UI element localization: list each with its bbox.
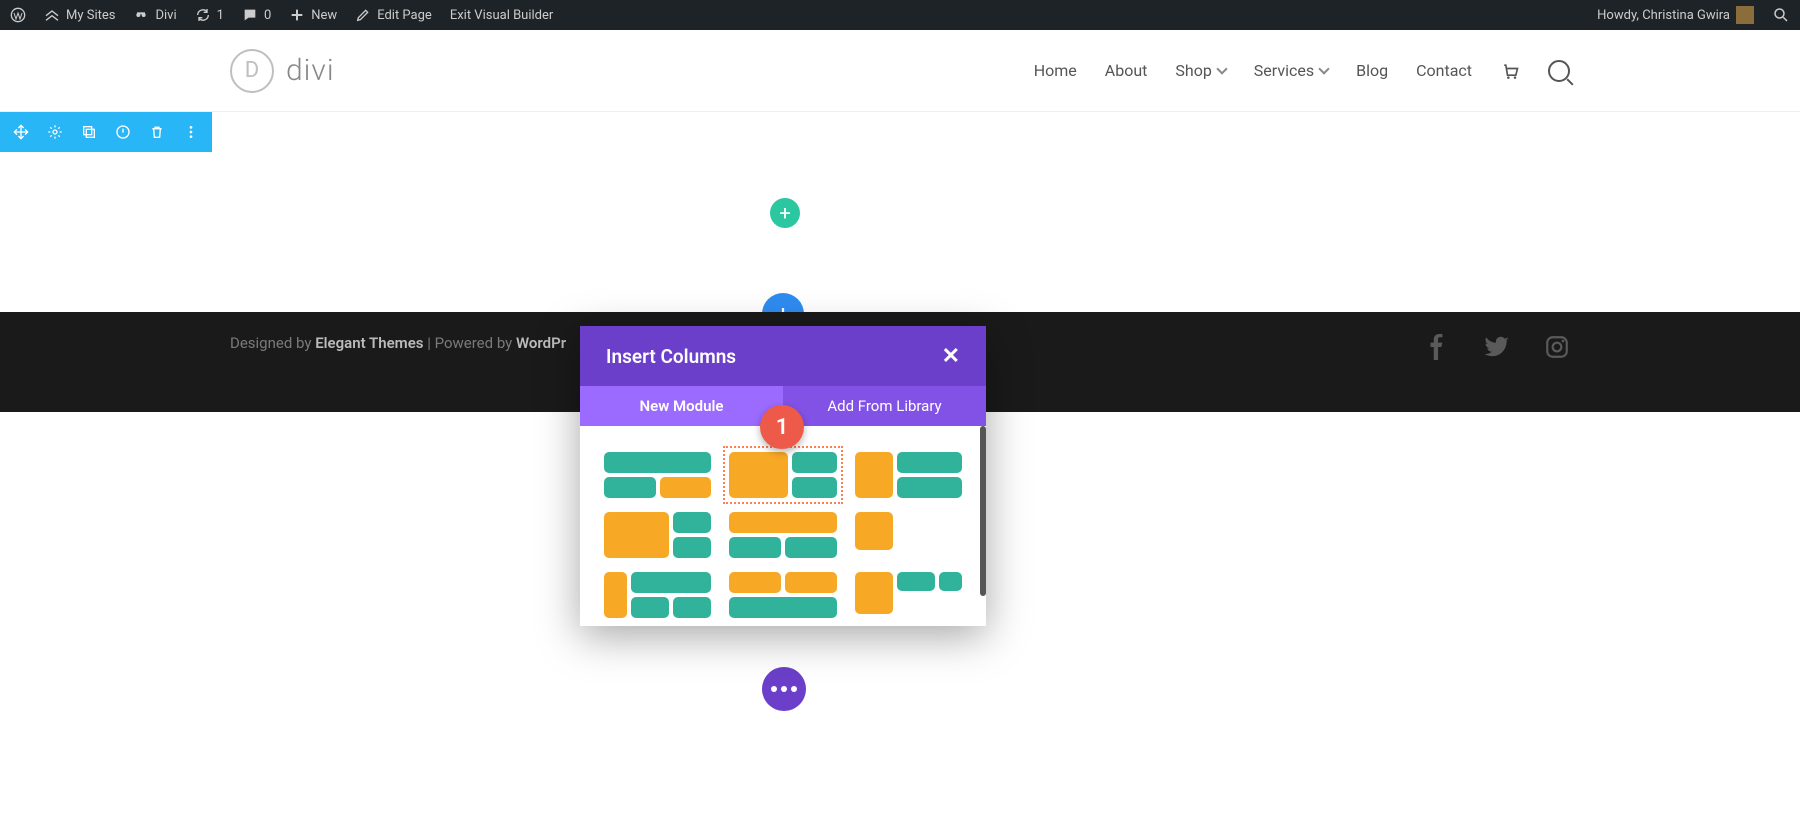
elegant-themes-link[interactable]: Elegant Themes: [315, 334, 423, 352]
modal-title: Insert Columns: [606, 345, 736, 368]
search-icon[interactable]: [1548, 60, 1570, 82]
nav-blog[interactable]: Blog: [1356, 61, 1388, 80]
nav-about[interactable]: About: [1105, 61, 1148, 80]
exit-vb-label: Exit Visual Builder: [450, 8, 553, 23]
logo-text: divi: [286, 53, 335, 88]
nav-services[interactable]: Services: [1254, 61, 1328, 80]
comments-count: 0: [264, 8, 271, 23]
wp-admin-bar: My Sites Divi 1 0 New Edit Page Exit Vis…: [0, 0, 1800, 30]
layout-option[interactable]: [604, 452, 711, 498]
layout-grid: [580, 426, 986, 626]
layout-option[interactable]: [855, 572, 962, 618]
site-header: D divi Home About Shop Services Blog Con…: [0, 30, 1800, 112]
logo-mark-icon: D: [230, 49, 274, 93]
save-icon[interactable]: [114, 123, 132, 141]
builder-settings-fab[interactable]: [762, 667, 806, 711]
tab-new-module[interactable]: New Module: [580, 386, 783, 426]
trash-icon[interactable]: [148, 123, 166, 141]
layout-option[interactable]: [604, 572, 711, 618]
admin-search-icon[interactable]: [1772, 6, 1790, 24]
scrollbar[interactable]: [980, 426, 986, 596]
avatar-icon: [1736, 6, 1754, 24]
my-sites-link[interactable]: My Sites: [44, 7, 115, 23]
instagram-icon[interactable]: [1544, 334, 1570, 364]
layout-option-selected[interactable]: [729, 452, 836, 498]
section-toolbar: [0, 112, 212, 152]
tab-add-from-library[interactable]: Add From Library: [783, 386, 986, 426]
wp-logo[interactable]: [10, 7, 26, 23]
nav-home[interactable]: Home: [1034, 61, 1077, 80]
nav-shop[interactable]: Shop: [1175, 61, 1225, 80]
comments-link[interactable]: 0: [242, 7, 271, 23]
wordpress-link[interactable]: WordPr: [516, 334, 566, 352]
social-icons: [1424, 334, 1570, 364]
site-name: Divi: [155, 8, 176, 23]
new-label: New: [311, 8, 337, 23]
layout-option[interactable]: [855, 452, 962, 498]
insert-columns-modal: Insert Columns ✕ New Module Add From Lib…: [580, 326, 986, 626]
layout-option[interactable]: [855, 512, 962, 558]
add-row-button[interactable]: +: [770, 198, 800, 228]
howdy-text: Howdy, Christina Gwira: [1597, 8, 1730, 23]
duplicate-icon[interactable]: [80, 123, 98, 141]
nav-contact[interactable]: Contact: [1416, 61, 1472, 80]
gear-icon[interactable]: [46, 123, 64, 141]
close-icon[interactable]: ✕: [942, 344, 960, 369]
chevron-down-icon: [1318, 63, 1329, 74]
annotation-badge-1: 1: [760, 405, 804, 449]
facebook-icon[interactable]: [1424, 334, 1450, 364]
site-logo[interactable]: D divi: [230, 49, 335, 93]
primary-nav: Home About Shop Services Blog Contact: [1034, 60, 1570, 82]
exit-vb-link[interactable]: Exit Visual Builder: [450, 8, 553, 23]
layout-option[interactable]: [729, 572, 836, 618]
howdy-link[interactable]: Howdy, Christina Gwira: [1597, 6, 1754, 24]
edit-page-label: Edit Page: [377, 8, 432, 23]
updates-count: 1: [217, 8, 224, 23]
layout-option[interactable]: [604, 512, 711, 558]
updates-link[interactable]: 1: [195, 7, 224, 23]
layout-option[interactable]: [729, 512, 836, 558]
move-icon[interactable]: [12, 123, 30, 141]
twitter-icon[interactable]: [1484, 334, 1510, 364]
site-link[interactable]: Divi: [133, 7, 176, 23]
my-sites-label: My Sites: [66, 8, 115, 23]
cart-icon[interactable]: [1500, 61, 1520, 81]
modal-header[interactable]: Insert Columns ✕: [580, 326, 986, 386]
footer-credits: Designed by Elegant Themes | Powered by …: [230, 334, 566, 352]
edit-page-link[interactable]: Edit Page: [355, 7, 432, 23]
chevron-down-icon: [1216, 63, 1227, 74]
more-icon[interactable]: [182, 123, 200, 141]
new-link[interactable]: New: [289, 7, 337, 23]
